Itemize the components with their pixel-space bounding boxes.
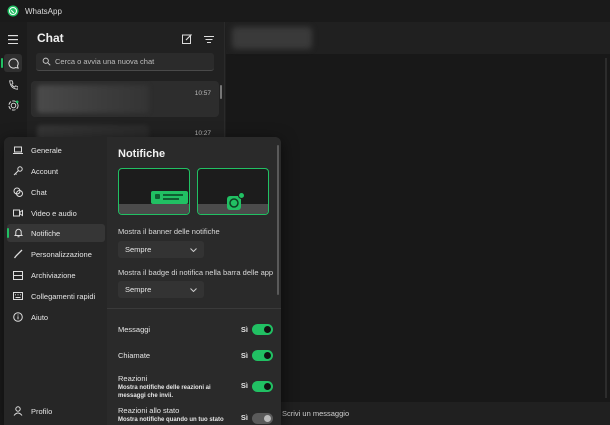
chiamate-toggle[interactable] bbox=[252, 350, 273, 361]
chat-list-scrollbar[interactable] bbox=[220, 85, 222, 99]
nav-item-video-audio[interactable]: Video e audio bbox=[7, 204, 105, 222]
video-icon bbox=[13, 208, 23, 218]
settings-panel: Notifiche Mostra il banner delle notific… bbox=[107, 137, 281, 425]
nav-item-notifiche[interactable]: Notifiche bbox=[7, 224, 105, 242]
laptop-icon bbox=[13, 145, 23, 155]
banner-dropdown[interactable]: Sempre bbox=[118, 241, 204, 258]
reazioni-toggle[interactable] bbox=[252, 381, 273, 392]
toggle-state: Sì bbox=[240, 351, 248, 360]
nav-label: Archiviazione bbox=[31, 270, 76, 280]
filter-icon[interactable] bbox=[203, 33, 215, 45]
panel-title: Notifiche bbox=[118, 148, 166, 160]
profile-icon bbox=[13, 406, 23, 416]
nav-item-chat[interactable]: Chat bbox=[7, 183, 105, 201]
banner-label: Mostra il banner delle notifiche bbox=[118, 227, 220, 236]
search-input[interactable] bbox=[55, 57, 205, 66]
title-bar: WhatsApp bbox=[0, 0, 610, 22]
settings-popup: Generale Account Chat Video e audio Noti… bbox=[4, 137, 281, 425]
nav-item-account[interactable]: Account bbox=[7, 162, 105, 180]
badge-dropdown-value: Sempre bbox=[125, 285, 152, 294]
section-divider bbox=[107, 308, 281, 309]
whatsapp-logo-icon bbox=[7, 5, 19, 17]
nav-label: Generale bbox=[31, 145, 62, 155]
nav-item-profilo[interactable]: Profilo bbox=[7, 402, 105, 420]
bell-icon bbox=[13, 228, 23, 238]
messaggi-toggle[interactable] bbox=[252, 324, 273, 335]
toggle-row-reazioni: Reazioni Mostra notifiche delle reazioni… bbox=[118, 374, 273, 400]
toggle-row-chiamate: Chiamate Sì bbox=[118, 350, 273, 361]
banner-dropdown-value: Sempre bbox=[125, 245, 152, 254]
badge-preview bbox=[197, 168, 269, 215]
message-bar[interactable]: Scrivi un messaggio bbox=[226, 402, 610, 425]
conversation-header[interactable] bbox=[226, 22, 610, 54]
chats-icon[interactable] bbox=[1, 54, 22, 72]
menu-icon[interactable] bbox=[4, 30, 22, 48]
blurred-chat-preview bbox=[37, 85, 149, 113]
toggle-state: Sì bbox=[240, 413, 248, 422]
badge-dropdown[interactable]: Sempre bbox=[118, 281, 204, 298]
brush-icon bbox=[13, 249, 23, 259]
new-chat-icon[interactable] bbox=[181, 33, 193, 45]
toggle-state: Sì bbox=[240, 381, 248, 390]
toggle-row-reazioni-stato: Reazioni allo stato Mostra notifiche qua… bbox=[118, 406, 273, 425]
banner-preview bbox=[118, 168, 190, 215]
chat-time: 10:27 bbox=[194, 130, 211, 137]
chevron-down-icon bbox=[190, 247, 197, 252]
badge-label: Mostra il badge di notifica nella barra … bbox=[118, 268, 274, 277]
toggle-description: Mostra notifiche quando un tuo stato bbox=[118, 417, 224, 423]
nav-item-aiuto[interactable]: Aiuto bbox=[7, 308, 105, 326]
search-icon bbox=[42, 57, 51, 66]
calls-icon[interactable] bbox=[4, 76, 22, 94]
chat-list-title: Chat bbox=[37, 31, 64, 45]
blurred-contact-name bbox=[232, 27, 312, 49]
toggle-row-messaggi: Messaggi Sì bbox=[118, 324, 273, 335]
chat-time: 10:57 bbox=[194, 90, 211, 97]
badge-preview-app bbox=[227, 192, 245, 210]
nav-label: Collegamenti rapidi bbox=[31, 291, 96, 301]
search-box[interactable] bbox=[36, 53, 214, 71]
conversation-pane: Scrivi un messaggio bbox=[226, 22, 610, 425]
conversation-scrollbar[interactable] bbox=[605, 58, 607, 398]
keyboard-icon bbox=[13, 291, 23, 301]
reazioni-stato-toggle[interactable] bbox=[252, 413, 273, 424]
toggle-name: Messaggi bbox=[118, 325, 151, 334]
toggle-description: Mostra notifiche delle reazioni ai messa… bbox=[118, 385, 211, 399]
nav-item-personalizzazione[interactable]: Personalizzazione bbox=[7, 245, 105, 263]
toggle-name: Chiamate bbox=[118, 351, 151, 360]
app-title: WhatsApp bbox=[25, 6, 62, 16]
toggle-name: Reazioni allo stato bbox=[118, 406, 180, 415]
message-input-placeholder[interactable]: Scrivi un messaggio bbox=[282, 409, 349, 418]
panel-scrollbar[interactable] bbox=[277, 145, 279, 295]
nav-item-generale[interactable]: Generale bbox=[7, 141, 105, 159]
key-icon bbox=[13, 166, 23, 176]
nav-item-archiviazione[interactable]: Archiviazione bbox=[7, 266, 105, 284]
nav-label: Notifiche bbox=[31, 228, 61, 238]
banner-preview-toast bbox=[151, 191, 188, 204]
toggle-state: Sì bbox=[240, 325, 248, 334]
nav-item-collegamenti-rapidi[interactable]: Collegamenti rapidi bbox=[7, 287, 105, 305]
chevron-down-icon bbox=[190, 287, 197, 292]
nav-label: Account bbox=[31, 166, 59, 176]
nav-label: Chat bbox=[31, 187, 47, 197]
settings-nav: Generale Account Chat Video e audio Noti… bbox=[4, 137, 107, 425]
nav-label: Personalizzazione bbox=[31, 249, 92, 259]
nav-label: Video e audio bbox=[31, 208, 77, 218]
storage-icon bbox=[13, 270, 23, 280]
chat-row[interactable]: 10:57 bbox=[31, 81, 219, 117]
nav-label: Profilo bbox=[31, 406, 53, 416]
chat-bubbles-icon bbox=[13, 187, 23, 197]
nav-label: Aiuto bbox=[31, 312, 49, 322]
info-icon bbox=[13, 312, 23, 322]
toggle-name: Reazioni bbox=[118, 374, 148, 383]
status-icon[interactable] bbox=[4, 96, 22, 114]
